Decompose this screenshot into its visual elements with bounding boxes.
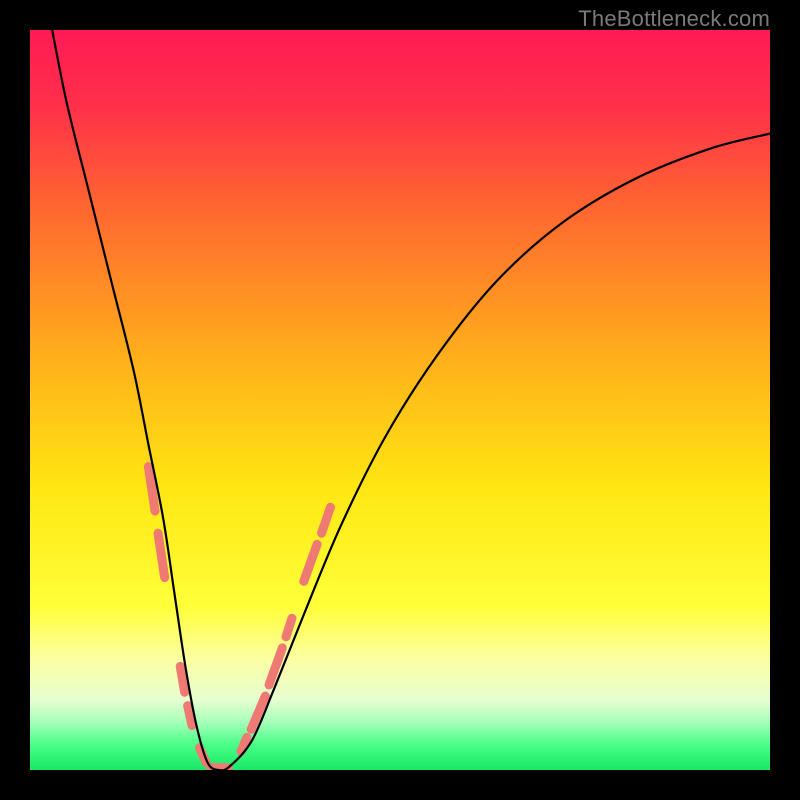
highlight-dash bbox=[269, 648, 282, 685]
highlight-dash bbox=[188, 706, 192, 726]
highlight-dash bbox=[322, 507, 331, 533]
highlight-dash bbox=[286, 618, 292, 637]
highlight-dash bbox=[180, 666, 184, 692]
chart-frame: TheBottleneck.com bbox=[0, 0, 800, 800]
highlight-dash bbox=[158, 533, 165, 577]
watermark-label: TheBottleneck.com bbox=[578, 6, 770, 32]
plot-area bbox=[30, 30, 770, 770]
highlight-dash bbox=[251, 696, 265, 729]
highlight-dash bbox=[304, 544, 317, 581]
chart-svg bbox=[30, 30, 770, 770]
bottleneck-curve bbox=[52, 30, 770, 770]
